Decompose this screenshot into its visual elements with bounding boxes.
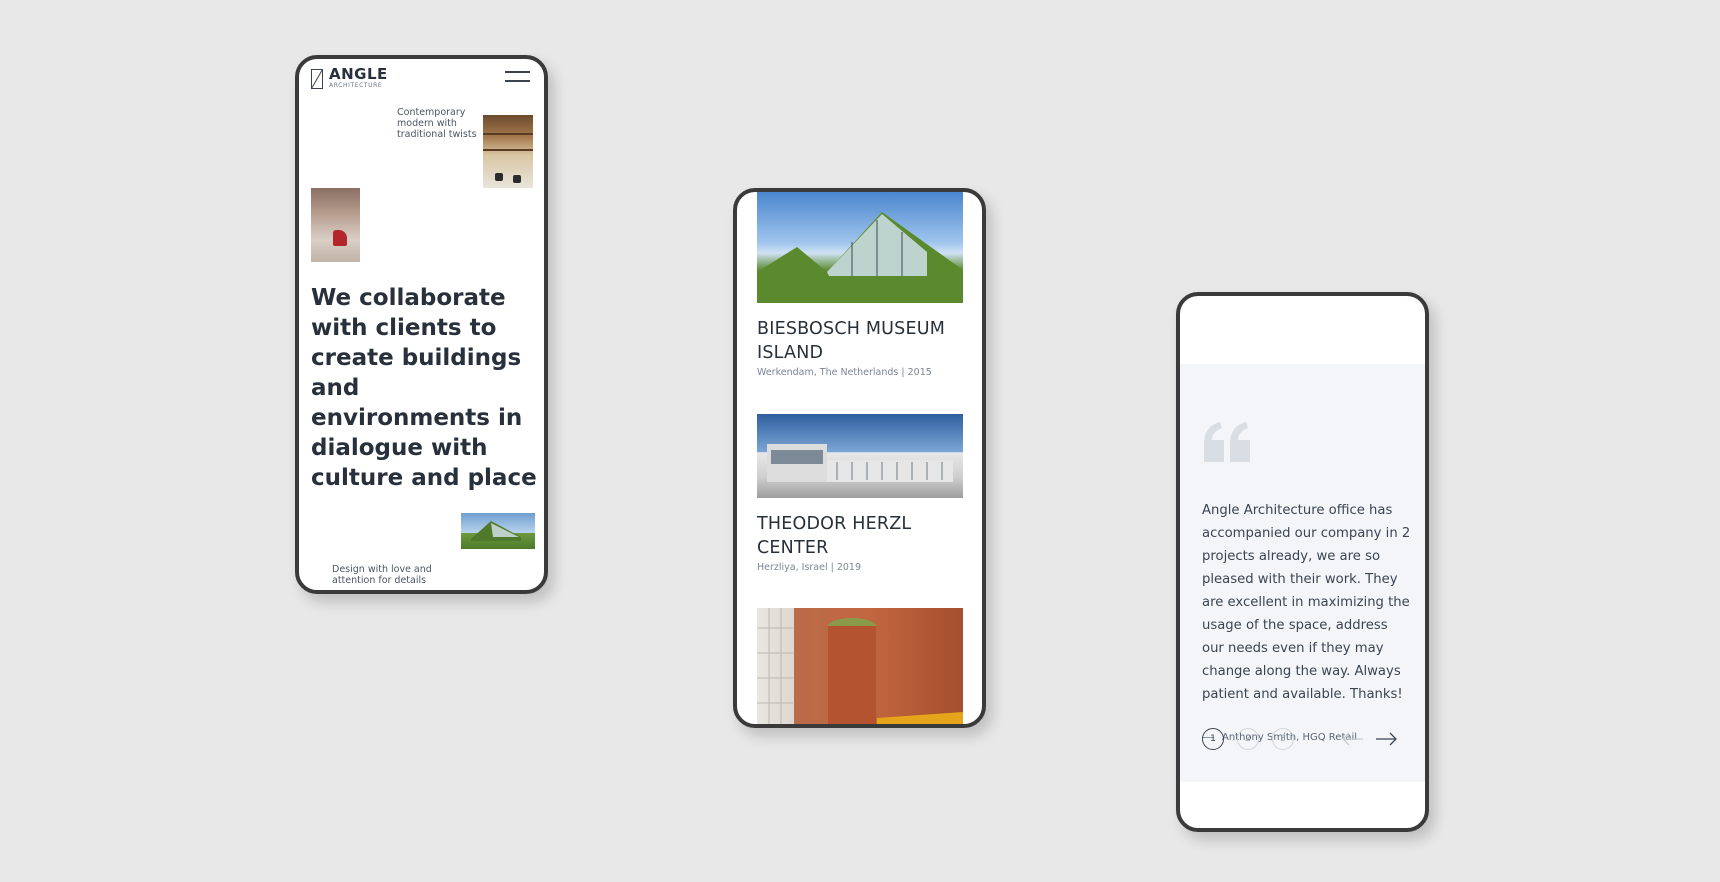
logo-subtitle: ARCHITECTURE	[329, 82, 383, 89]
phone-projects-screen: BIESBOSCH MUSEUM ISLAND Werkendam, The N…	[733, 188, 986, 728]
testimonial-pager: 1 2 3	[1202, 728, 1294, 750]
hero-headline: We collaborate with clients to create bu…	[311, 285, 537, 491]
interior-photo-2	[311, 188, 360, 262]
logo-name: ANGLE	[329, 65, 388, 83]
project-photo[interactable]	[757, 608, 963, 724]
project-meta: Werkendam, The Netherlands | 2015	[757, 367, 932, 378]
project-title[interactable]: BIESBOSCH MUSEUM ISLAND	[757, 317, 963, 365]
arrow-left-icon[interactable]	[1341, 732, 1365, 746]
phone-home-screen: ANGLE ARCHITECTURE Contemporary modern w…	[295, 55, 548, 594]
project-photo[interactable]	[757, 414, 963, 498]
page-button-2[interactable]: 2	[1237, 728, 1259, 750]
project-card[interactable]: BIESBOSCH MUSEUM ISLAND Werkendam, The N…	[757, 192, 963, 378]
project-title[interactable]: THEODOR HERZL CENTER	[757, 512, 963, 560]
page-button-1[interactable]: 1	[1202, 728, 1224, 750]
tagline-top: Contemporary modern with traditional twi…	[397, 107, 477, 140]
testimonial-quote: Angle Architecture office has accompanie…	[1202, 503, 1411, 702]
project-card[interactable]: THEODOR HERZL CENTER Herzliya, Israel | …	[757, 414, 963, 573]
angle-logo-icon	[311, 68, 323, 89]
tagline-bottom: Design with love and attention for detai…	[332, 564, 432, 586]
testimonial-panel: Angle Architecture office has accompanie…	[1180, 364, 1425, 782]
project-card[interactable]	[757, 608, 963, 724]
logo[interactable]: ANGLE ARCHITECTURE	[311, 67, 388, 90]
interior-photo-1	[483, 115, 533, 188]
project-photo[interactable]	[757, 192, 963, 303]
hamburger-icon[interactable]	[505, 71, 530, 85]
project-meta: Herzliya, Israel | 2019	[757, 562, 862, 573]
arrow-right-icon[interactable]	[1374, 732, 1398, 746]
landscape-photo	[461, 513, 535, 549]
phone-testimonial-screen: Angle Architecture office has accompanie…	[1176, 292, 1429, 832]
page-button-3[interactable]: 3	[1272, 728, 1294, 750]
quote-mark-icon	[1204, 422, 1250, 462]
